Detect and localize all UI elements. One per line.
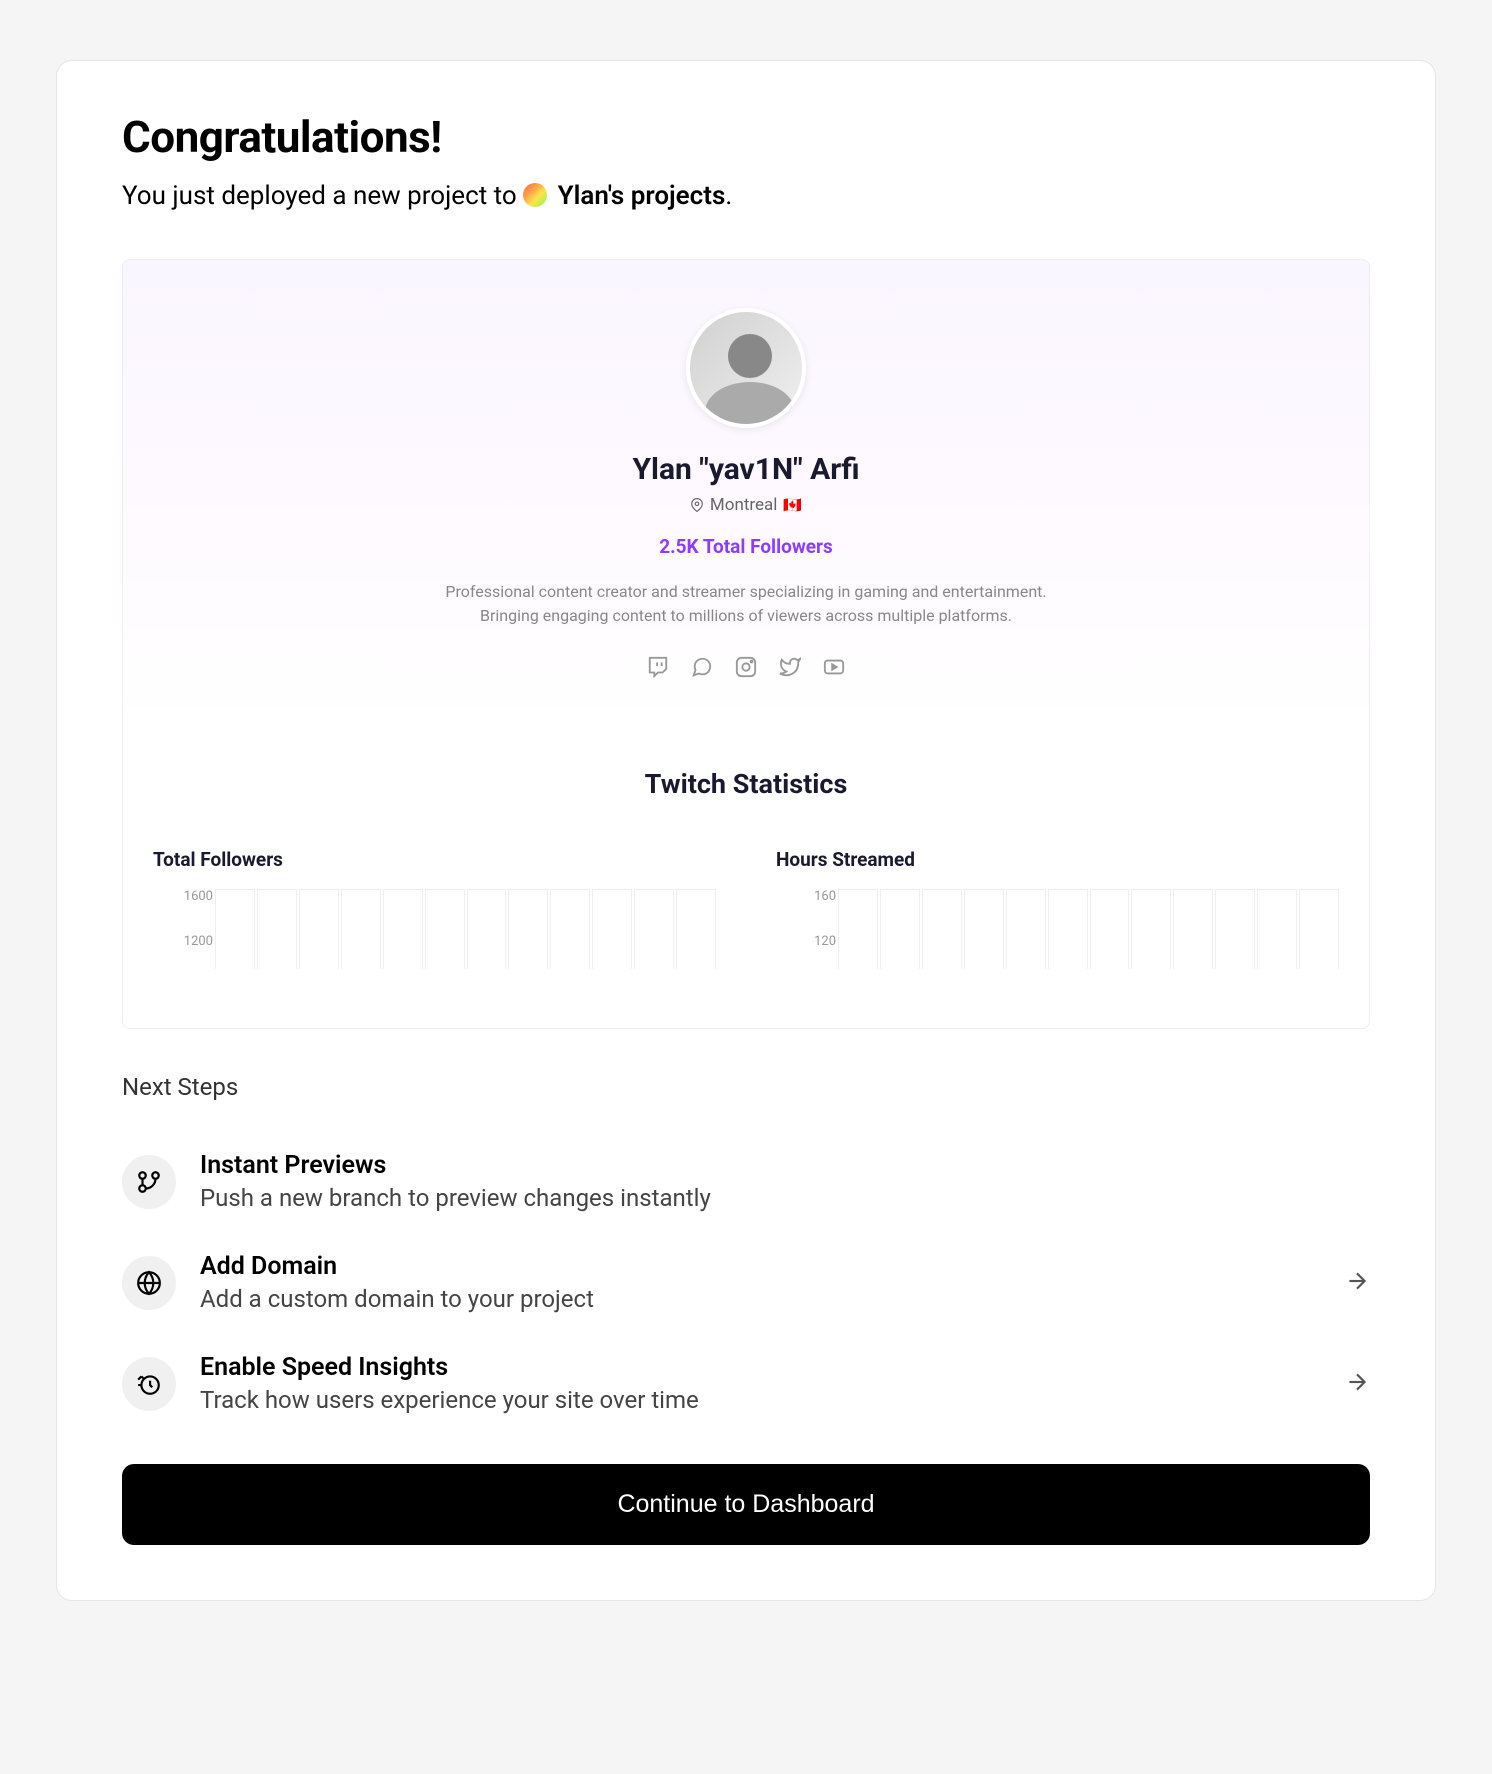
chat-icon[interactable] bbox=[691, 656, 713, 678]
chart-area: 160 120 bbox=[776, 889, 1339, 969]
subtitle-suffix: . bbox=[725, 181, 732, 211]
twitch-icon[interactable] bbox=[647, 656, 669, 678]
branch-icon bbox=[122, 1155, 176, 1209]
bio-line-1: Professional content creator and streame… bbox=[123, 580, 1369, 604]
step-text: Instant Previews Push a new branch to pr… bbox=[200, 1151, 1370, 1212]
profile-name: Ylan "yav1N" Arfi bbox=[123, 452, 1369, 487]
location-text: Montreal bbox=[710, 495, 778, 515]
deployment-preview[interactable]: Ylan "yav1N" Arfi Montreal 🇨🇦 2.5K Total… bbox=[122, 259, 1370, 1029]
step-speed-insights[interactable]: Enable Speed Insights Track how users ex… bbox=[122, 1333, 1370, 1434]
y-tick: 120 bbox=[786, 934, 836, 949]
step-desc: Push a new branch to preview changes ins… bbox=[200, 1184, 1370, 1212]
stats-heading: Twitch Statistics bbox=[123, 768, 1369, 800]
location-pin-icon bbox=[690, 498, 704, 512]
step-desc: Add a custom domain to your project bbox=[200, 1285, 1320, 1313]
stat-card-title: Total Followers bbox=[153, 848, 716, 871]
continue-to-dashboard-button[interactable]: Continue to Dashboard bbox=[122, 1464, 1370, 1545]
chart-bars bbox=[215, 889, 716, 969]
stats-row: Total Followers 1600 1200 Hours Streamed… bbox=[123, 848, 1369, 969]
instagram-icon[interactable] bbox=[735, 656, 757, 678]
y-tick: 1200 bbox=[163, 934, 213, 949]
chart-area: 1600 1200 bbox=[153, 889, 716, 969]
twitter-icon[interactable] bbox=[779, 656, 801, 678]
y-tick: 1600 bbox=[163, 889, 213, 904]
preview-content: Ylan "yav1N" Arfi Montreal 🇨🇦 2.5K Total… bbox=[123, 260, 1369, 969]
globe-icon bbox=[122, 1256, 176, 1310]
followers-stat: 2.5K Total Followers bbox=[123, 535, 1369, 558]
bio-line-2: Bringing engaging content to millions of… bbox=[123, 604, 1369, 628]
deployment-success-card: Congratulations! You just deployed a new… bbox=[56, 60, 1436, 1601]
stat-card-followers: Total Followers 1600 1200 bbox=[143, 848, 726, 969]
youtube-icon[interactable] bbox=[823, 656, 845, 678]
step-add-domain[interactable]: Add Domain Add a custom domain to your p… bbox=[122, 1232, 1370, 1333]
team-name: Ylan's projects bbox=[558, 181, 726, 211]
profile-avatar bbox=[686, 308, 806, 428]
profile-location: Montreal 🇨🇦 bbox=[123, 495, 1369, 515]
speed-icon bbox=[122, 1357, 176, 1411]
location-flag: 🇨🇦 bbox=[783, 496, 802, 514]
team-avatar-icon bbox=[523, 183, 547, 207]
step-text: Add Domain Add a custom domain to your p… bbox=[200, 1252, 1320, 1313]
step-title: Instant Previews bbox=[200, 1151, 1370, 1180]
page-title: Congratulations! bbox=[122, 111, 1370, 163]
step-title: Enable Speed Insights bbox=[200, 1353, 1320, 1382]
step-title: Add Domain bbox=[200, 1252, 1320, 1281]
next-steps-label: Next Steps bbox=[122, 1073, 1370, 1101]
stat-card-title: Hours Streamed bbox=[776, 848, 1339, 871]
profile-bio: Professional content creator and streame… bbox=[123, 580, 1369, 628]
stat-card-hours: Hours Streamed 160 120 bbox=[766, 848, 1349, 969]
step-desc: Track how users experience your site ove… bbox=[200, 1386, 1320, 1414]
social-icons-row bbox=[123, 656, 1369, 678]
arrow-right-icon bbox=[1344, 1369, 1370, 1399]
page-subtitle: You just deployed a new project to Ylan'… bbox=[122, 181, 1370, 211]
subtitle-prefix: You just deployed a new project to bbox=[122, 181, 523, 211]
step-instant-previews: Instant Previews Push a new branch to pr… bbox=[122, 1131, 1370, 1232]
y-tick: 160 bbox=[786, 889, 836, 904]
step-text: Enable Speed Insights Track how users ex… bbox=[200, 1353, 1320, 1414]
chart-bars bbox=[838, 889, 1339, 969]
arrow-right-icon bbox=[1344, 1268, 1370, 1298]
